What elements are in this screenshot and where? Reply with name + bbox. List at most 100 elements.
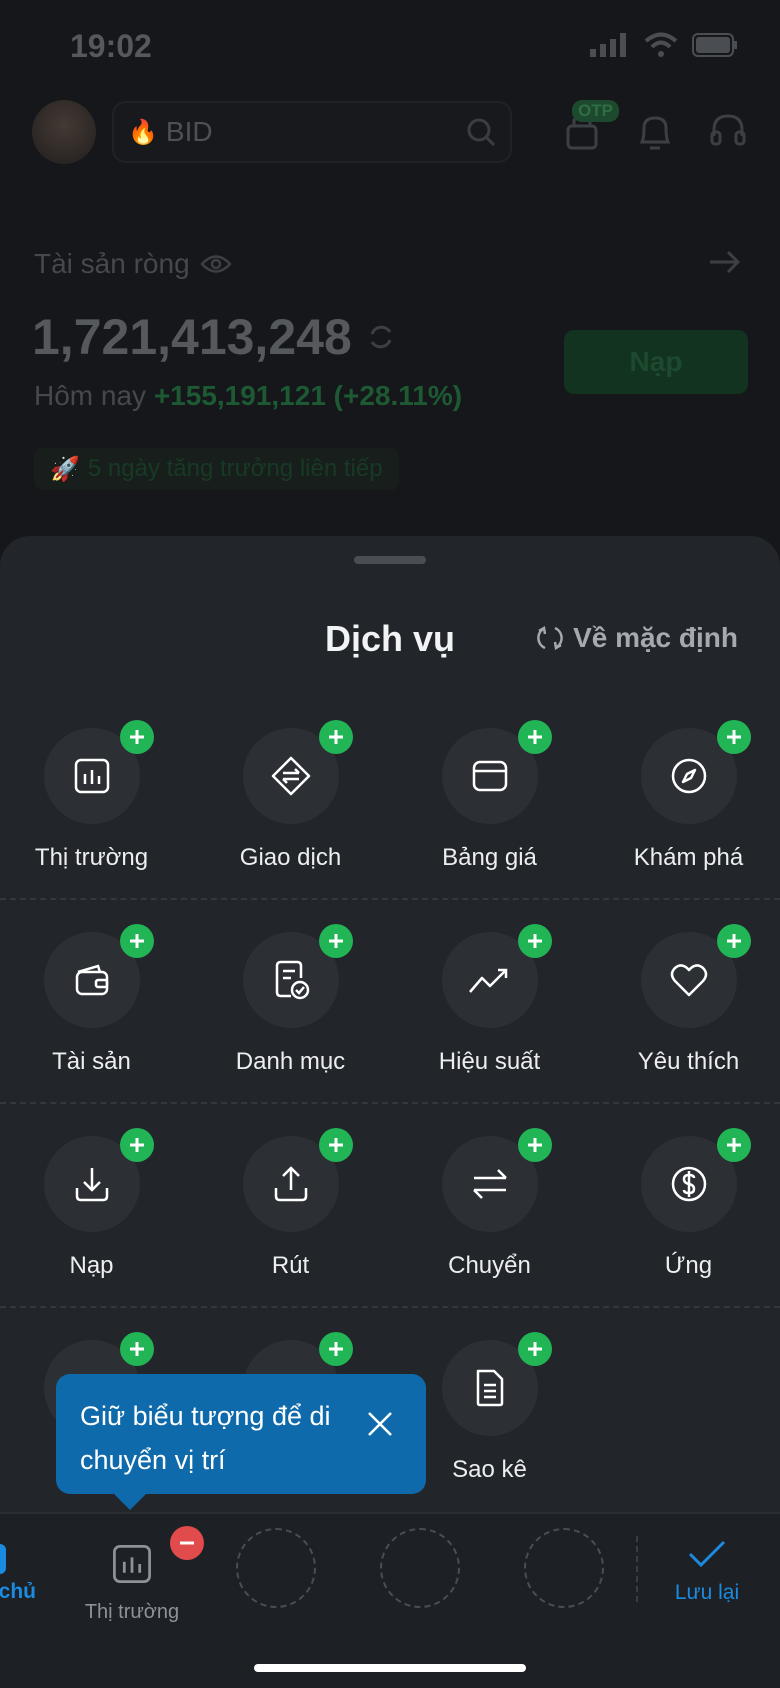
tooltip-text: Giữ biểu tượng để di chuyển vị trí [80, 1401, 331, 1475]
battery-icon [692, 33, 737, 57]
add-service-button[interactable] [318, 1128, 353, 1162]
service-label: Rút [271, 1252, 310, 1279]
plus-icon [726, 1138, 741, 1152]
plus-icon [129, 1138, 144, 1152]
service-label: Nạp [69, 1252, 114, 1279]
save-label: Lưu lại [674, 1581, 740, 1604]
wifi-icon [644, 32, 678, 57]
add-service-button[interactable] [517, 924, 552, 958]
tab-market-label: Thị trường [84, 1601, 180, 1623]
plus-icon [328, 934, 343, 948]
status-time: 19:02 [70, 28, 152, 64]
search-value: BID [165, 116, 213, 147]
check-icon [688, 1540, 726, 1568]
service-favorites[interactable]: Yêu thích [589, 924, 780, 1076]
service-row-3: Nạp Rút Chuyển Ứng [0, 1128, 780, 1340]
plus-icon [328, 1138, 343, 1152]
otp-button[interactable]: OTP [562, 99, 619, 157]
download-icon [75, 1168, 108, 1202]
net-asset-label: Tài sản ròng [34, 248, 232, 280]
tab-market[interactable]: Thị trường [80, 1530, 184, 1624]
transfer-icon [472, 1169, 507, 1199]
add-service-button[interactable] [318, 924, 353, 958]
remove-tab-button[interactable] [170, 1526, 204, 1560]
service-performance[interactable]: Hiệu suất [390, 924, 589, 1076]
chart-icon [113, 1545, 151, 1583]
plus-icon [726, 934, 741, 948]
service-advance[interactable]: Ứng [589, 1128, 780, 1280]
home-icon [0, 1544, 6, 1574]
service-label: Hiệu suất [438, 1048, 541, 1075]
plus-icon [129, 730, 144, 744]
row-divider [0, 1306, 780, 1308]
eye-icon[interactable] [199, 253, 232, 275]
add-service-button[interactable] [318, 1332, 353, 1366]
streak-text: 5 ngày tăng trưởng liên tiếp [87, 455, 383, 482]
empty-tab-slot[interactable] [380, 1528, 460, 1608]
trend-up-icon [468, 968, 507, 993]
service-market[interactable]: Thị trường [0, 720, 191, 872]
add-service-button[interactable] [517, 1332, 552, 1366]
service-row-2: Tài sản Danh mục Hiệu suất Yêu thích [0, 924, 780, 1136]
add-service-button[interactable] [318, 720, 353, 754]
headset-icon[interactable] [708, 112, 748, 152]
today-change-value: +155,191,121 (+28.11%) [153, 380, 463, 411]
growth-streak-badge: 🚀 5 ngày tăng trưởng liên tiếp [34, 448, 399, 490]
sheet-drag-handle[interactable] [354, 556, 426, 564]
document-icon [476, 1369, 503, 1407]
arrow-right-icon[interactable] [708, 248, 742, 276]
service-transfer[interactable]: Chuyển [390, 1128, 589, 1280]
add-service-button[interactable] [119, 1332, 154, 1366]
add-service-button[interactable] [517, 720, 552, 754]
bar-divider [636, 1536, 638, 1602]
net-asset-text: Tài sản ròng [34, 248, 190, 279]
chart-icon [74, 758, 109, 794]
save-button[interactable]: Lưu lại [660, 1536, 754, 1605]
plus-icon [328, 730, 343, 744]
plus-icon [726, 730, 741, 744]
status-bar: 19:02 [0, 22, 780, 66]
add-service-button[interactable] [119, 924, 154, 958]
fire-icon: 🔥 [128, 118, 158, 146]
add-service-button[interactable] [517, 1128, 552, 1162]
service-explore[interactable]: Khám phá [589, 720, 780, 872]
reset-default-button[interactable]: Về mặc định [535, 622, 738, 654]
refresh-icon[interactable] [366, 322, 396, 352]
dollar-icon [671, 1166, 706, 1202]
service-withdraw[interactable]: Rút [191, 1128, 390, 1280]
compass-icon [671, 758, 706, 794]
tooltip-arrow [114, 1494, 146, 1510]
service-trade[interactable]: Giao dịch [191, 720, 390, 872]
service-assets[interactable]: Tài sản [0, 924, 191, 1076]
minus-icon [180, 1541, 194, 1545]
empty-tab-slot[interactable] [524, 1528, 604, 1608]
service-portfolio[interactable]: Danh mục [191, 924, 390, 1076]
avatar[interactable] [32, 100, 96, 164]
reset-label: Về mặc định [573, 622, 738, 653]
service-label: Ứng [664, 1252, 713, 1279]
row-divider [0, 1102, 780, 1104]
bell-icon[interactable] [636, 112, 674, 152]
stock-search-input[interactable]: 🔥 BID [112, 101, 512, 163]
bottom-nav-editor: chủ Thị trường Lưu lại [0, 1512, 780, 1688]
close-icon[interactable] [366, 1410, 394, 1438]
add-service-button[interactable] [716, 720, 751, 754]
add-service-button[interactable] [119, 720, 154, 754]
service-label: Bảng giá [442, 844, 537, 871]
service-label: Tài sản [52, 1048, 131, 1075]
plus-icon [129, 1342, 144, 1356]
rocket-icon: 🚀 [50, 455, 80, 483]
deposit-button[interactable]: Nạp [564, 330, 748, 394]
tab-home-label: chủ [0, 1580, 36, 1603]
service-price-board[interactable]: Bảng giá [390, 720, 589, 872]
today-change: Hôm nay +155,191,121 (+28.11%) [34, 380, 462, 412]
add-service-button[interactable] [119, 1128, 154, 1162]
today-label: Hôm nay [34, 380, 147, 411]
service-deposit[interactable]: Nạp [0, 1128, 191, 1280]
empty-tab-slot[interactable] [236, 1528, 316, 1608]
add-service-button[interactable] [716, 1128, 751, 1162]
wallet-icon [75, 964, 108, 996]
board-icon [472, 760, 507, 792]
add-service-button[interactable] [716, 924, 751, 958]
background-home-screen: 19:02 🔥 BID OTP Tài sản ròng 1,721,413,2… [0, 0, 780, 560]
